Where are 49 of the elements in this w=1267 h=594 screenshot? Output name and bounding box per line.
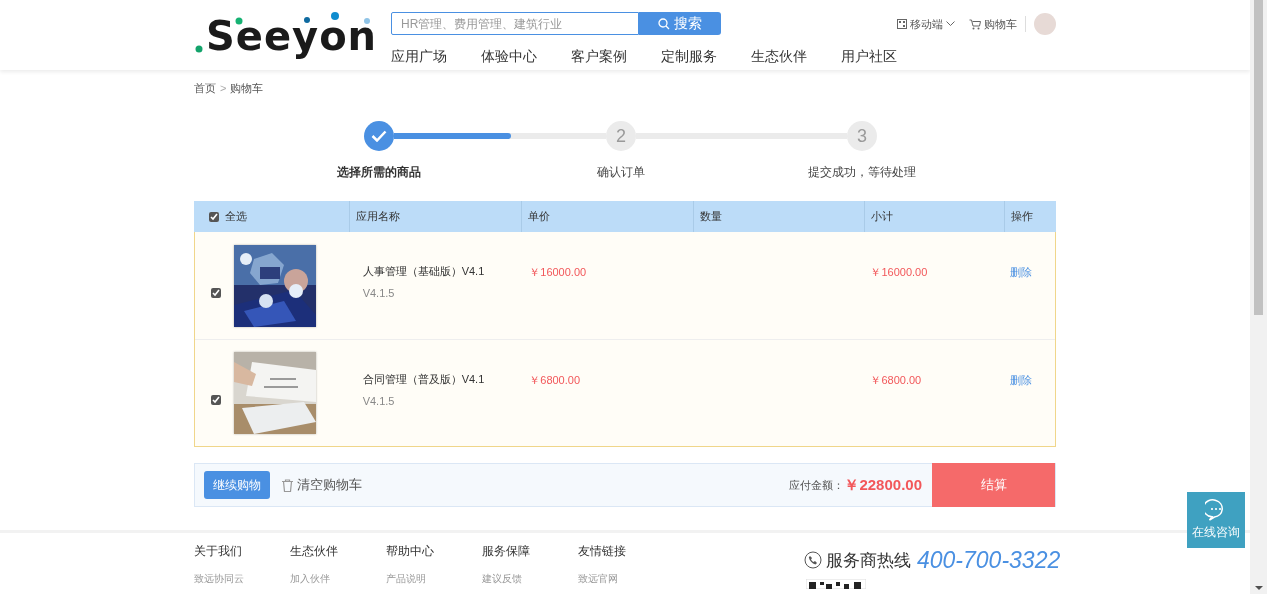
column-header: 操作	[1010, 209, 1034, 225]
step-number: 3	[847, 121, 877, 151]
footer-heading: 友情链接	[578, 543, 627, 559]
product-version: V4.1.5	[362, 394, 396, 408]
nav-link[interactable]: 用户社区	[841, 46, 897, 66]
step-label: 确认订单	[597, 164, 645, 181]
product-name[interactable]: 人事管理（基础版）V4.1	[362, 264, 523, 278]
row-checkbox[interactable]	[211, 395, 221, 405]
nav-link[interactable]: 客户案例	[571, 46, 627, 66]
clear-cart-link[interactable]: 清空购物车	[282, 475, 362, 495]
total-label: 应付金额：	[789, 477, 845, 493]
search-field[interactable]: HR管理、费用管理、建筑行业	[391, 12, 639, 35]
select-all-label: 全选	[225, 209, 247, 225]
mobile-link[interactable]: 移动端	[897, 14, 955, 34]
product-name[interactable]: 合同管理（普及版）V4.1	[362, 372, 523, 386]
nav-link[interactable]: 定制服务	[661, 46, 717, 66]
trash-icon	[282, 478, 293, 492]
step-label: 提交成功，等待处理	[808, 164, 916, 181]
hotline-label: 服务商热线	[826, 549, 911, 572]
cart-link[interactable]: 购物车	[969, 14, 1017, 34]
unit-price: ￥6800.00	[529, 374, 581, 386]
step-label: 选择所需的商品	[337, 164, 421, 181]
phone-icon	[804, 551, 822, 570]
cart-icon	[969, 18, 981, 30]
qr-code-icon	[806, 578, 866, 589]
qr-code-icon	[897, 19, 907, 29]
total-amount: ￥22800.00	[844, 474, 922, 495]
subtotal: ￥6800.00	[870, 374, 922, 386]
footer-heading: 服务保障	[482, 543, 531, 559]
unit-price: ￥16000.00	[529, 266, 587, 278]
subtotal: ￥16000.00	[870, 266, 928, 278]
separator: >	[220, 81, 227, 96]
breadcrumb-link[interactable]: 首页	[194, 80, 216, 96]
nav-link[interactable]: 应用广场	[391, 46, 447, 66]
footer-heading: 关于我们	[194, 543, 243, 559]
footer-heading: 帮助中心	[386, 543, 435, 559]
breadcrumb-link[interactable]: 购物车	[230, 80, 264, 96]
step-number: 2	[606, 121, 636, 151]
logo[interactable]: Seeyon	[194, 0, 391, 70]
search-icon	[658, 17, 670, 30]
row-checkbox[interactable]	[211, 287, 221, 298]
product-version: V4.1.5	[362, 286, 396, 300]
chevron-down-icon	[946, 21, 955, 27]
hotline-number: 400-700-3322	[917, 546, 1061, 575]
scrollbar-drawing[interactable]	[1250, 0, 1267, 594]
select-all-checkbox[interactable]	[209, 211, 219, 222]
nav-link[interactable]: 体验中心	[481, 46, 537, 66]
nav-link[interactable]: 生态伙伴	[751, 46, 807, 66]
footer-heading: 生态伙伴	[290, 543, 339, 559]
